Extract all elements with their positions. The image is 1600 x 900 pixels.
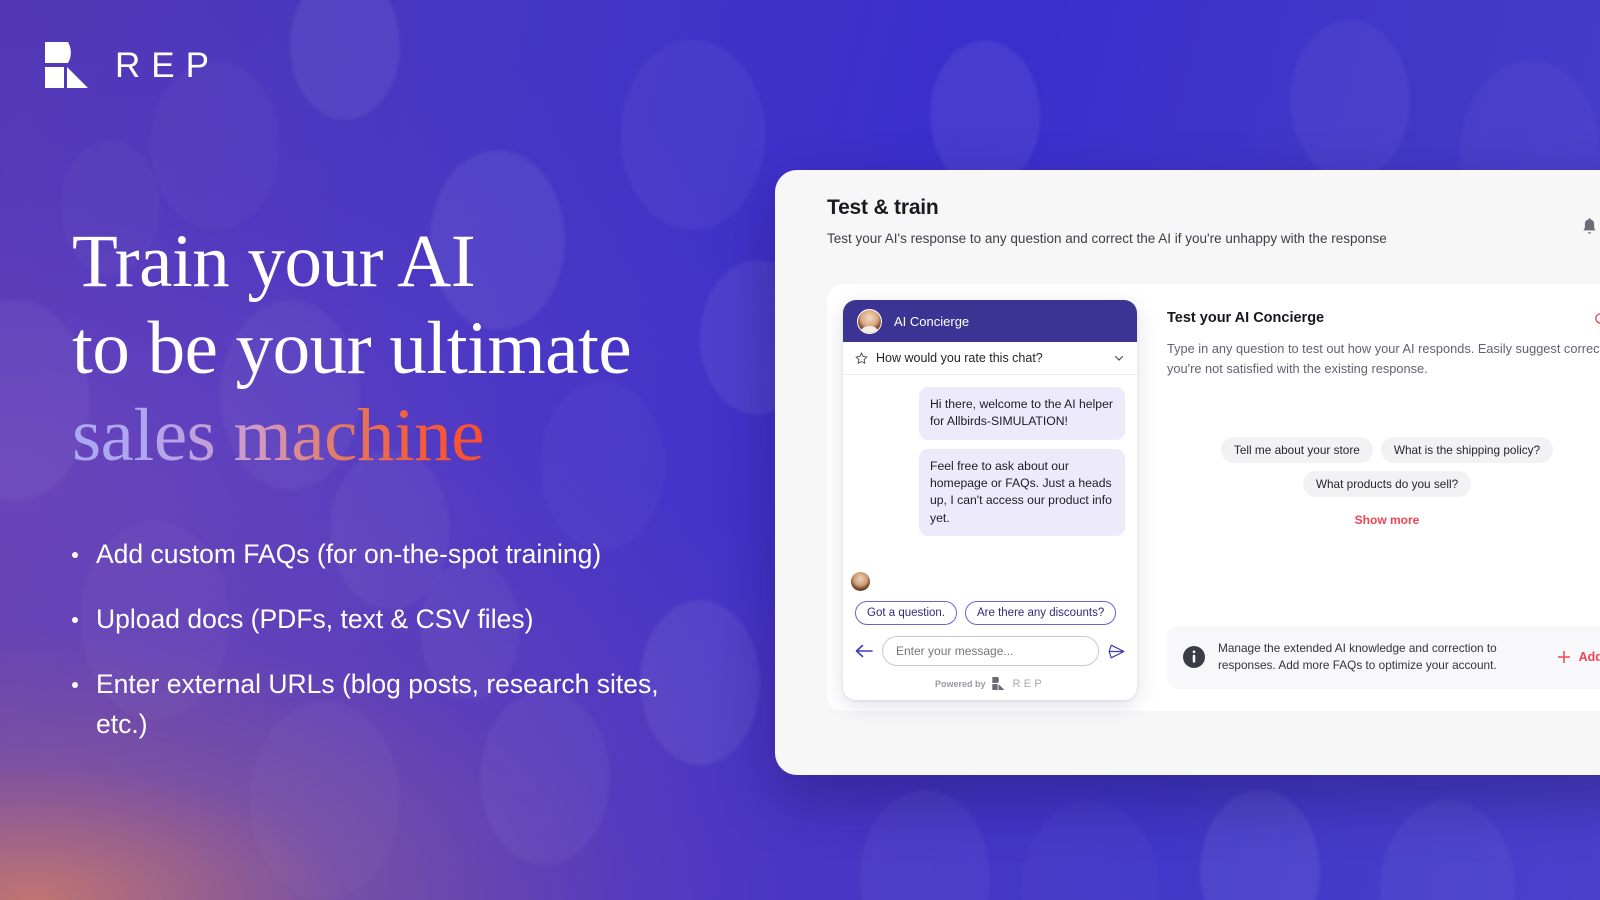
refresh-icon — [1595, 312, 1600, 324]
agent-avatar — [857, 308, 882, 334]
brand-logo: REP — [45, 42, 220, 88]
list-item: Enter external URLs (blog posts, researc… — [72, 665, 692, 743]
chevron-down-icon[interactable] — [1113, 352, 1125, 364]
bullet-dot-icon — [72, 552, 78, 558]
topbar-actions: C — [1581, 212, 1600, 242]
agent-avatar-small — [851, 572, 870, 591]
headline-line-2: to be your ultimate — [72, 307, 632, 390]
chat-rating-row[interactable]: How would you rate this chat? — [843, 342, 1137, 375]
list-item: Upload docs (PDFs, text & CSV files) — [72, 600, 692, 639]
feature-list: Add custom FAQs (for on-the-spot trainin… — [72, 535, 772, 744]
quick-reply-chip[interactable]: Are there any discounts? — [965, 601, 1117, 625]
powered-by-footer: Powered by REP — [843, 670, 1137, 700]
hero-section: Train your AI to be your ultimate sales … — [72, 218, 772, 770]
bullet-dot-icon — [72, 617, 78, 624]
chat-widget: AI Concierge How would you rate this cha… — [843, 300, 1137, 700]
page-title: Train your AI to be your ultimate sales … — [72, 218, 772, 479]
chat-widget-column: AI Concierge How would you rate this cha… — [827, 284, 1145, 711]
powered-by-brand: REP — [1012, 677, 1046, 690]
suggestion-chip[interactable]: What products do you sell? — [1302, 470, 1472, 497]
add-faq-label: Add FAQs — [1578, 650, 1600, 665]
app-page-title: Test & train — [827, 196, 939, 219]
suggestion-chip[interactable]: Tell me about your store — [1220, 436, 1373, 463]
info-icon — [1183, 646, 1205, 669]
list-item-label: Upload docs (PDFs, text & CSV files) — [96, 604, 534, 635]
chat-message-input[interactable] — [882, 636, 1099, 666]
headline-line-1: Train your AI — [72, 220, 476, 303]
app-topbar: Test & train Test your AI's response to … — [775, 170, 1600, 258]
rep-logo-mark-icon — [992, 677, 1005, 690]
app-screenshot-card: Test & train Test your AI's response to … — [775, 170, 1600, 775]
chat-widget-header: AI Concierge — [843, 300, 1137, 342]
test-panel-title: Test your AI Concierge — [1167, 310, 1325, 326]
list-item-label: Enter external URLs (blog posts, researc… — [96, 669, 659, 739]
reset-button[interactable]: Reset t — [1594, 311, 1600, 325]
powered-by-label: Powered by — [934, 678, 986, 689]
test-panel-description: Type in any question to test out how you… — [1167, 341, 1600, 376]
list-item-label: Add custom FAQs (for on-the-spot trainin… — [96, 539, 602, 569]
back-arrow-icon[interactable] — [855, 644, 873, 658]
test-panel: Test your AI Concierge Reset t Type in a… — [1145, 284, 1600, 711]
chat-rating-label: How would you rate this chat? — [876, 351, 1043, 365]
brand-name: REP — [115, 45, 220, 85]
chat-message-bubble: Feel free to ask about our homepage or F… — [919, 448, 1125, 536]
chat-agent-name: AI Concierge — [894, 313, 970, 329]
test-panel-header: Test your AI Concierge Reset t — [1167, 310, 1600, 326]
rep-logo-mark-icon — [45, 42, 88, 88]
headline-accent: sales machine — [72, 394, 485, 477]
chat-message-list: Hi there, welcome to the AI helper for A… — [843, 375, 1137, 595]
plus-icon — [1557, 651, 1570, 664]
send-icon[interactable] — [1108, 644, 1125, 659]
quick-reply-chip[interactable]: Got a question. — [855, 601, 957, 625]
chat-quick-replies: Got a question. Are there any discounts? — [843, 595, 1137, 625]
app-content-panel: AI Concierge How would you rate this cha… — [827, 284, 1600, 711]
bullet-dot-icon — [72, 682, 78, 689]
faq-banner-text: Manage the extended AI knowledge and cor… — [1218, 640, 1497, 673]
star-icon — [855, 351, 868, 364]
list-item: Add custom FAQs (for on-the-spot trainin… — [72, 535, 692, 574]
show-more-button[interactable]: Show more — [1167, 513, 1600, 527]
app-page-subtitle: Test your AI's response to any question … — [827, 231, 1387, 246]
add-faq-button[interactable]: Add FAQs — [1557, 650, 1600, 664]
suggestion-chip-list: Tell me about your store What is the shi… — [1167, 436, 1600, 497]
faq-info-banner: Manage the extended AI knowledge and cor… — [1167, 625, 1600, 689]
suggestion-chip[interactable]: What is the shipping policy? — [1380, 436, 1554, 463]
chat-input-row — [843, 625, 1137, 670]
bell-icon[interactable] — [1581, 217, 1598, 237]
chat-message-bubble: Hi there, welcome to the AI helper for A… — [919, 387, 1125, 440]
